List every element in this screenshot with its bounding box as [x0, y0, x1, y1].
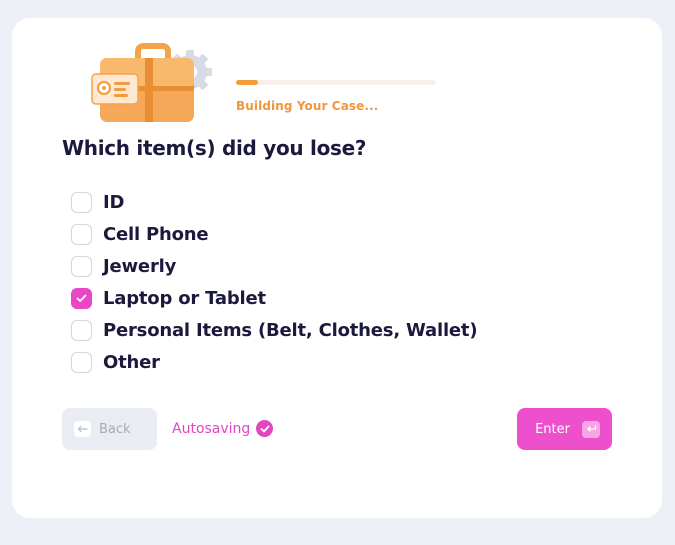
option-label: ID: [103, 191, 125, 213]
option-id[interactable]: ID: [71, 186, 477, 218]
autosave-status: Autosaving: [172, 420, 274, 437]
enter-key-icon: [582, 420, 600, 438]
question-title: Which item(s) did you lose?: [62, 136, 367, 160]
option-cell-phone[interactable]: Cell Phone: [71, 218, 477, 250]
checkbox[interactable]: [71, 287, 92, 309]
progress-bar-fill: [236, 80, 258, 85]
checkbox[interactable]: [71, 255, 92, 277]
option-other[interactable]: Other: [71, 346, 477, 378]
enter-button[interactable]: Enter: [517, 408, 612, 450]
checkbox[interactable]: [71, 319, 92, 341]
checkbox[interactable]: [71, 351, 92, 373]
option-label: Personal Items (Belt, Clothes, Wallet): [103, 319, 478, 341]
option-label: Other: [103, 351, 160, 373]
check-circle-icon: [256, 420, 274, 437]
backspace-key-icon: [74, 421, 91, 437]
back-button[interactable]: Back: [62, 408, 157, 450]
check-icon: [76, 294, 87, 302]
option-label: Cell Phone: [103, 223, 209, 245]
option-label: Laptop or Tablet: [103, 287, 266, 309]
option-label: Jewerly: [103, 255, 177, 277]
progress-label: Building Your Case...: [236, 99, 379, 113]
progress-bar: [236, 80, 436, 85]
options-list: ID Cell Phone Jewerly Laptop or Tablet P…: [71, 186, 478, 378]
back-button-label: Back: [99, 421, 131, 437]
option-personal-items[interactable]: Personal Items (Belt, Clothes, Wallet): [71, 314, 478, 346]
enter-button-label: Enter: [535, 421, 570, 437]
autosave-label: Autosaving: [172, 420, 251, 437]
option-jewelry[interactable]: Jewerly: [71, 250, 477, 282]
checkbox[interactable]: [71, 191, 92, 213]
option-laptop-tablet[interactable]: Laptop or Tablet: [71, 282, 477, 314]
checkbox[interactable]: [71, 223, 92, 245]
briefcase-id-card-gear-icon: [91, 43, 212, 122]
progress-section: Building Your Case...: [236, 80, 436, 113]
